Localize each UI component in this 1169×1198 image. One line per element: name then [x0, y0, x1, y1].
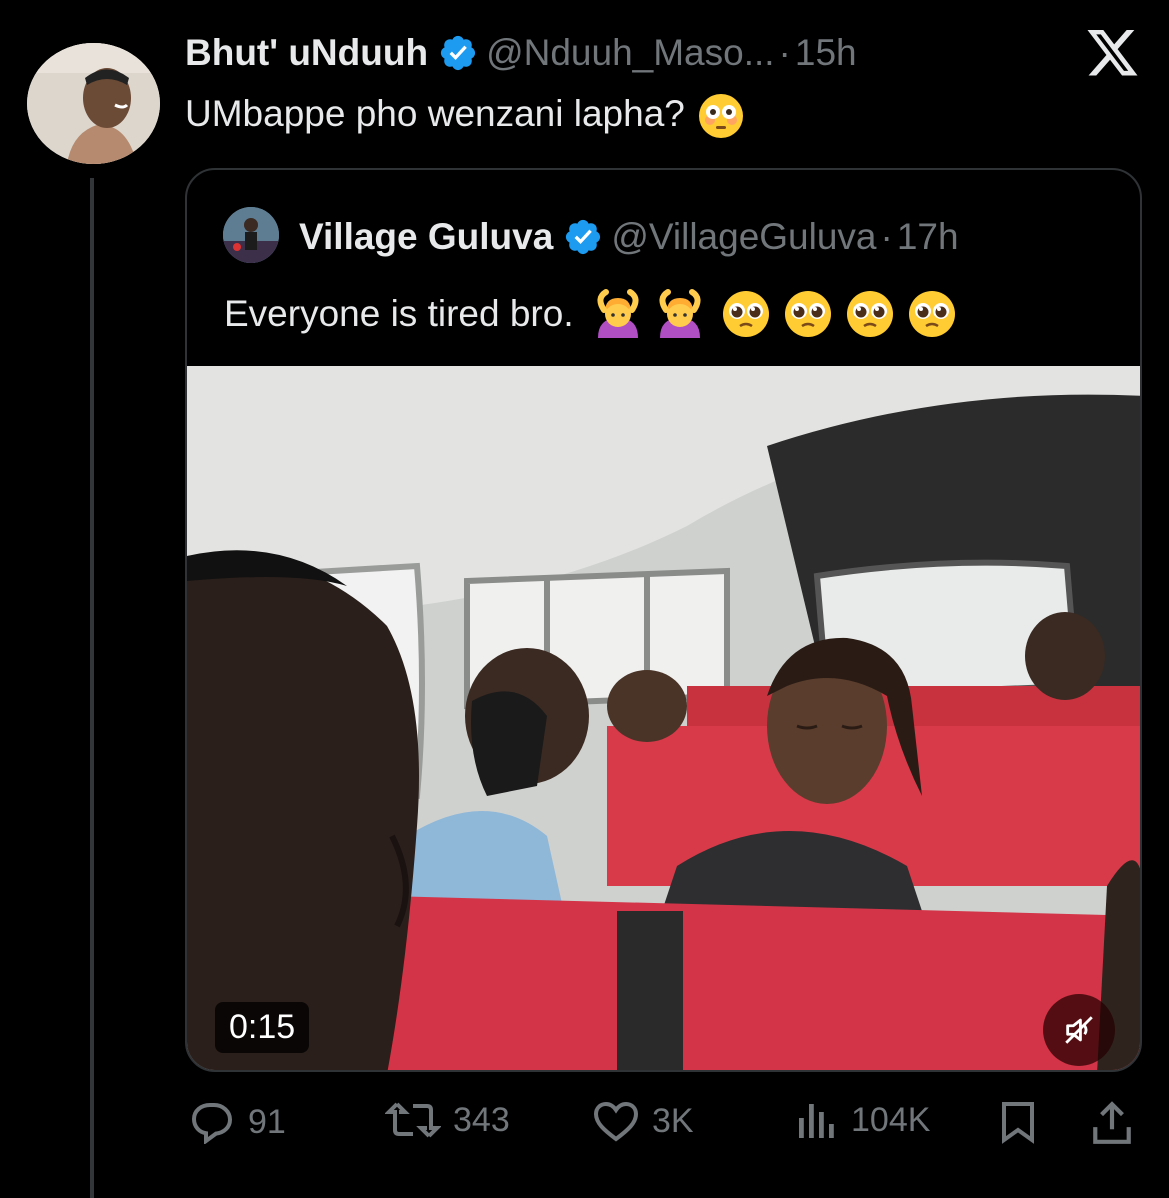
flushed-face-emoji	[697, 92, 745, 140]
video-player[interactable]: 0:15	[187, 366, 1140, 1070]
pleading-face-emoji	[844, 288, 896, 340]
like-button[interactable]: 3K	[592, 1100, 694, 1142]
thread-line	[90, 178, 94, 1198]
tweet-time[interactable]: 15h	[795, 32, 857, 74]
retweet-button[interactable]: 343	[385, 1100, 510, 1140]
views-bar-chart-icon	[799, 1104, 834, 1138]
views-count: 104K	[851, 1100, 931, 1139]
views-button[interactable]: 104K	[797, 1100, 930, 1140]
author-name[interactable]: Bhut' uNduuh	[185, 32, 428, 74]
retweet-icon	[385, 1102, 441, 1138]
bookmark-icon	[1002, 1102, 1034, 1144]
x-logo-icon[interactable]	[1084, 30, 1141, 80]
separator-dot: ·	[778, 32, 791, 73]
muted-speaker-icon	[1065, 1016, 1093, 1044]
share-button[interactable]	[1089, 1100, 1147, 1146]
reply-count: 91	[248, 1102, 286, 1141]
retweet-count: 343	[453, 1100, 510, 1139]
quote-text: Everyone is tired bro.	[224, 288, 958, 340]
quote-header: Village Guluva @VillageGuluva · 17h	[299, 212, 959, 262]
verified-badge-icon	[438, 33, 478, 73]
quote-verified-badge-icon	[563, 217, 603, 257]
reply-button[interactable]: 91	[188, 1100, 286, 1144]
tweet-header: Bhut' uNduuh @Nduuh_Maso... · 15h	[185, 28, 857, 78]
quote-author-handle[interactable]: @VillageGuluva	[611, 216, 876, 258]
tweet-text-content: UMbappe pho wenzani lapha?	[185, 92, 685, 134]
quote-author-name[interactable]: Village Guluva	[299, 216, 553, 258]
quoted-tweet[interactable]: Village Guluva @VillageGuluva · 17h Ever…	[185, 168, 1142, 1072]
share-icon	[1093, 1101, 1131, 1144]
tweet-text: UMbappe pho wenzani lapha?	[185, 92, 745, 140]
like-count: 3K	[652, 1101, 694, 1140]
mute-button[interactable]	[1043, 994, 1115, 1066]
bookmark-button[interactable]	[998, 1100, 1050, 1144]
heart-icon	[593, 1101, 639, 1142]
pleading-face-emoji	[782, 288, 834, 340]
quote-separator-dot: ·	[880, 216, 893, 257]
quote-author-avatar[interactable]	[223, 207, 279, 263]
quote-text-content: Everyone is tired bro.	[224, 293, 574, 334]
quote-time[interactable]: 17h	[897, 216, 959, 258]
video-frame	[187, 366, 1140, 1070]
pleading-face-emoji	[720, 288, 772, 340]
pleading-face-emoji	[906, 288, 958, 340]
author-avatar[interactable]	[27, 43, 160, 164]
woman-gesturing-ok-emoji	[654, 288, 706, 340]
author-handle[interactable]: @Nduuh_Maso...	[486, 32, 774, 74]
woman-gesturing-ok-emoji	[592, 288, 644, 340]
video-timestamp: 0:15	[215, 1002, 310, 1053]
reply-icon	[191, 1103, 233, 1144]
action-bar: 91 343 3K 104K	[0, 1100, 1169, 1152]
